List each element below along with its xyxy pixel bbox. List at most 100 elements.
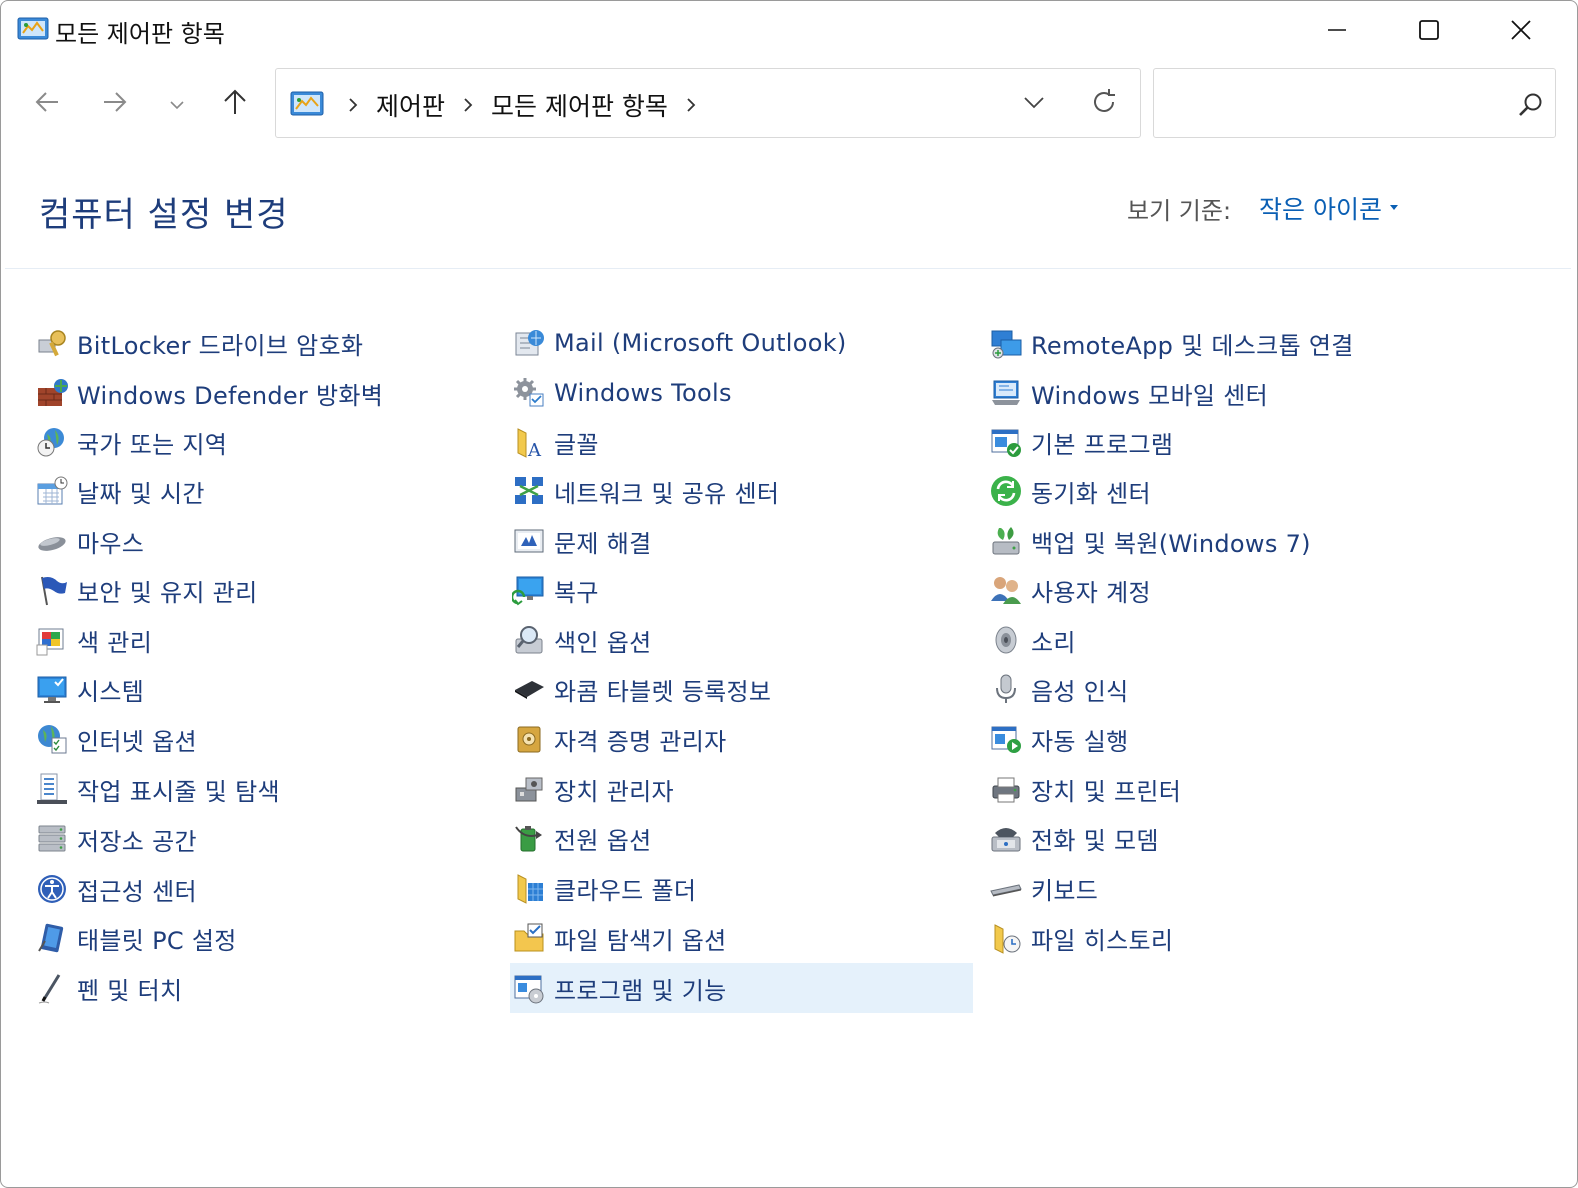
address-bar[interactable]: 제어판 모든 제어판 항목 <box>275 68 1141 138</box>
list-item[interactable]: 국가 또는 지역 <box>35 418 227 466</box>
list-item[interactable]: 음성 인식 <box>989 665 1128 713</box>
list-item[interactable]: 전원 옵션 <box>512 814 651 862</box>
list-item[interactable]: 날짜 및 시간 <box>35 467 205 515</box>
list-item[interactable]: 색인 옵션 <box>512 616 651 664</box>
list-item[interactable]: 문제 해결 <box>512 517 651 565</box>
color-management-icon <box>35 623 69 657</box>
phone-modem-icon <box>989 821 1023 855</box>
list-item[interactable]: Windows Defender 방화벽 <box>35 369 383 417</box>
search-box <box>1153 68 1556 138</box>
list-item[interactable]: 인터넷 옵션 <box>35 715 197 763</box>
speaker-icon <box>989 623 1023 657</box>
breadcrumb-all-items[interactable]: 모든 제어판 항목 <box>487 87 672 123</box>
list-item[interactable]: 파일 히스토리 <box>989 914 1173 962</box>
chevron-right-icon[interactable] <box>455 90 481 120</box>
minimize-button[interactable] <box>1291 1 1383 59</box>
list-item[interactable]: 장치 관리자 <box>512 765 674 813</box>
power-battery-icon <box>512 821 546 855</box>
arrow-left-icon <box>34 91 60 117</box>
refresh-button[interactable] <box>1084 86 1124 122</box>
breadcrumb-control-panel[interactable]: 제어판 <box>372 87 449 123</box>
title-bar: 모든 제어판 항목 <box>1 1 1577 59</box>
folder-options-icon <box>512 921 546 955</box>
list-item[interactable]: 펜 및 터치 <box>35 964 182 1012</box>
chevron-right-icon[interactable] <box>678 90 704 120</box>
list-item[interactable]: 자동 실행 <box>989 715 1128 763</box>
wacom-tablet-icon <box>512 672 546 706</box>
list-item[interactable]: 자격 증명 관리자 <box>512 715 727 763</box>
firewall-brick-icon <box>35 376 69 410</box>
up-button[interactable] <box>215 87 255 121</box>
close-button[interactable] <box>1475 1 1567 59</box>
default-programs-icon <box>989 425 1023 459</box>
breadcrumb: 제어판 모든 제어판 항목 <box>334 87 710 123</box>
list-item[interactable]: 시스템 <box>35 665 144 713</box>
calendar-clock-icon <box>35 474 69 508</box>
list-item-selected[interactable]: 프로그램 및 기능 <box>510 963 973 1013</box>
troubleshoot-icon <box>512 524 546 558</box>
list-item[interactable]: 태블릿 PC 설정 <box>35 914 237 962</box>
caret-down-icon <box>1389 205 1398 211</box>
pen-icon <box>35 971 69 1005</box>
microphone-icon <box>989 672 1023 706</box>
list-item[interactable]: Mail (Microsoft Outlook) <box>512 319 847 367</box>
network-icon <box>512 474 546 508</box>
window-title: 모든 제어판 항목 <box>55 20 225 48</box>
device-manager-icon <box>512 772 546 806</box>
forward-button[interactable] <box>95 87 135 121</box>
mobility-center-icon <box>989 376 1023 410</box>
file-history-icon <box>989 921 1023 955</box>
recovery-monitor-icon <box>510 573 546 607</box>
printer-icon <box>989 772 1023 806</box>
list-item[interactable]: 소리 <box>989 616 1076 664</box>
list-item[interactable]: 기본 프로그램 <box>989 418 1173 466</box>
list-item[interactable]: RemoteApp 및 데스크톱 연결 <box>989 319 1354 367</box>
list-item[interactable]: 접근성 센터 <box>35 865 197 913</box>
storage-drives-icon <box>35 822 69 856</box>
search-input[interactable] <box>1164 83 1504 123</box>
list-item[interactable]: 전화 및 모뎀 <box>989 814 1159 862</box>
mail-icon <box>512 326 546 360</box>
monitor-check-icon <box>35 672 69 706</box>
list-item[interactable]: 저장소 공간 <box>35 815 197 863</box>
list-item[interactable]: 파일 탐색기 옵션 <box>512 914 727 962</box>
list-item[interactable]: 마우스 <box>35 517 144 565</box>
credential-vault-icon <box>512 722 546 756</box>
list-item[interactable]: A 글꼴 <box>512 418 599 466</box>
view-by-label: 보기 기준: <box>1127 197 1232 225</box>
chevron-down-icon <box>170 95 184 114</box>
list-item[interactable]: 사용자 계정 <box>989 566 1151 614</box>
list-item[interactable]: 복구 <box>510 566 599 614</box>
list-item[interactable]: Windows 모바일 센터 <box>989 369 1268 417</box>
flag-icon <box>35 573 69 607</box>
mouse-icon <box>35 524 69 558</box>
address-dropdown-button[interactable] <box>1016 87 1052 121</box>
programs-features-icon <box>512 971 546 1005</box>
globe-checklist-icon <box>35 722 69 756</box>
back-button[interactable] <box>27 87 67 121</box>
list-item[interactable]: 키보드 <box>989 864 1098 912</box>
list-item[interactable]: 백업 및 복원(Windows 7) <box>989 517 1311 565</box>
gears-icon <box>512 376 546 410</box>
search-icon[interactable] <box>1516 89 1546 119</box>
list-item[interactable]: Windows Tools <box>512 369 732 417</box>
list-item[interactable]: BitLocker 드라이브 암호화 <box>35 319 363 367</box>
list-item[interactable]: 클라우드 폴더 <box>512 864 696 912</box>
chevron-right-icon[interactable] <box>340 90 366 120</box>
list-item[interactable]: 보안 및 유지 관리 <box>35 566 257 614</box>
list-item[interactable]: 동기화 센터 <box>989 467 1151 515</box>
list-item[interactable]: 색 관리 <box>35 616 152 664</box>
refresh-icon <box>1090 88 1118 120</box>
list-item[interactable]: 네트워크 및 공유 센터 <box>512 467 779 515</box>
list-item[interactable]: 장치 및 프린터 <box>989 765 1181 813</box>
list-item[interactable]: 와콤 타블렛 등록정보 <box>512 665 771 713</box>
bitlocker-key-icon <box>35 326 69 360</box>
control-panel-window: 모든 제어판 항목 제어판 모든 제어판 항목 컴퓨터 설정 변경 보기 기준:… <box>0 0 1578 1188</box>
cloud-folder-icon <box>512 871 546 905</box>
sync-icon <box>989 474 1023 508</box>
maximize-button[interactable] <box>1383 1 1475 59</box>
list-item[interactable]: 작업 표시줄 및 탐색 <box>35 765 280 813</box>
recent-locations-button[interactable] <box>157 87 197 121</box>
view-by-dropdown[interactable]: 작은 아이콘 <box>1259 190 1398 226</box>
svg-text:A: A <box>527 440 542 459</box>
